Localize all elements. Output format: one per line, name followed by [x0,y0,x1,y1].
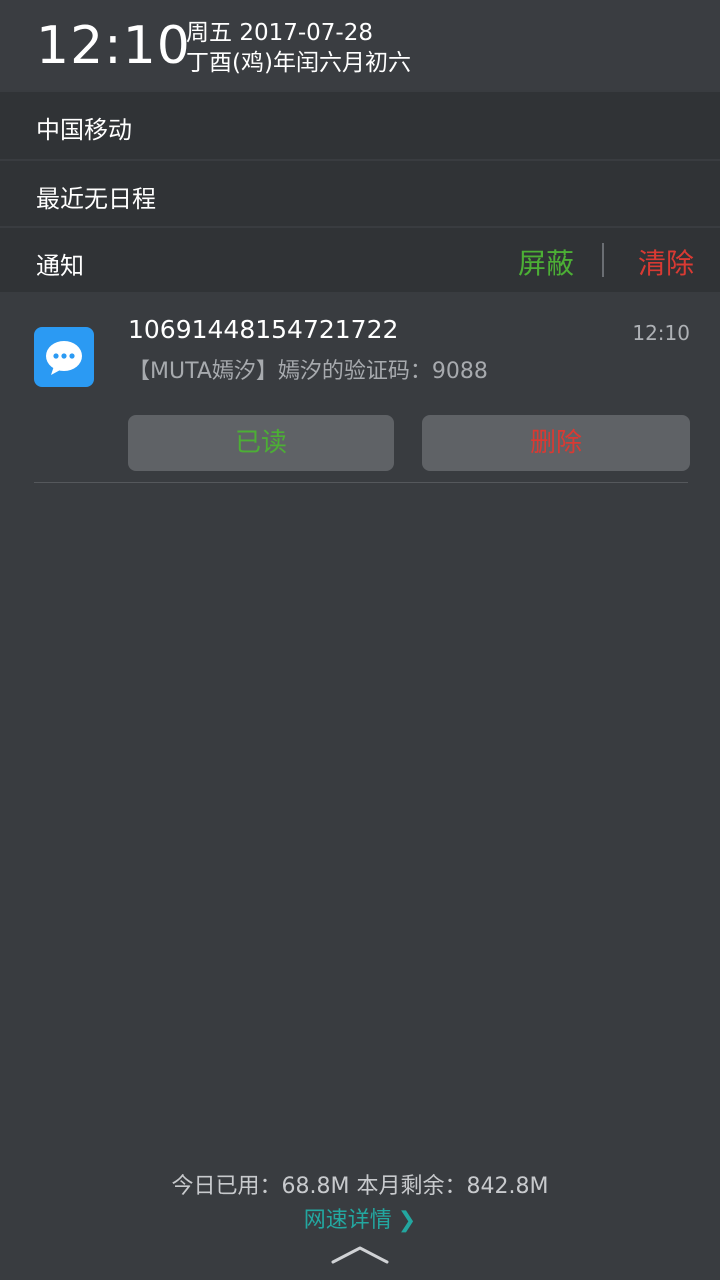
lunar-date[interactable]: 丁酉(鸡)年闰六月初六 [186,48,411,78]
notification-item[interactable]: 10691448154721722 12:10 【MUTA嫣汐】嫣汐的验证码：9… [0,293,720,488]
message-bubble-icon [34,327,94,387]
speed-details-label: 网速详情 [303,1208,392,1233]
notification-time: 12:10 [632,321,690,345]
clock[interactable]: 12:10 [36,14,191,78]
schedule-text: 最近无日程 [36,185,156,213]
collapse-handle-icon[interactable] [330,1240,390,1270]
speed-details-link[interactable]: 网速详情 ❯ [0,1202,720,1234]
notification-body: 【MUTA嫣汐】嫣汐的验证码：9088 [128,359,488,384]
mark-read-button[interactable]: 已读 [128,415,394,471]
delete-button[interactable]: 删除 [422,415,690,471]
data-usage-text: 今日已用：68.8M 本月剩余：842.8M [171,1174,549,1199]
schedule-bar[interactable]: 最近无日程 [0,161,720,226]
date-line[interactable]: 周五 2017-07-28 [186,18,373,48]
carrier-bar[interactable]: 中国移动 [0,92,720,159]
status-header: 12:10 周五 2017-07-28 丁酉(鸡)年闰六月初六 [0,0,720,90]
date: 2017-07-28 [239,20,373,46]
notification-sender: 10691448154721722 [128,315,399,344]
notifications-header: 通知 屏蔽 清除 [0,228,720,292]
clear-button[interactable]: 清除 [638,242,694,282]
notifications-title: 通知 [36,252,84,280]
block-button[interactable]: 屏蔽 [518,242,574,282]
weekday: 周五 [186,20,232,46]
carrier-name: 中国移动 [36,116,132,144]
header-divider [602,243,604,277]
notification-divider [34,482,688,483]
chevron-right-icon: ❯ [397,1208,417,1233]
